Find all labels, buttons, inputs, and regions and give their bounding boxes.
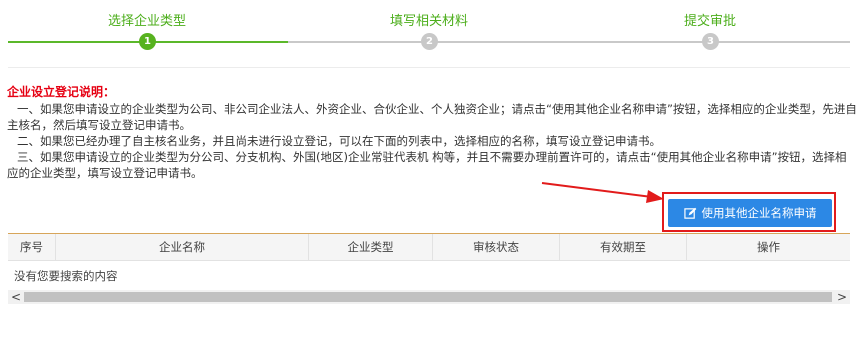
registration-instructions: 企业设立登记说明： 一、如果您申请设立的企业类型为公司、非公司企业法人、外资企业… <box>7 84 857 181</box>
enterprise-name-table: 序号 企业名称 企业类型 审核状态 有效期至 操作 没有您要搜索的内容 <box>8 233 850 292</box>
annotation-arrow-icon <box>541 182 664 203</box>
column-header-actions[interactable]: 操作 <box>686 233 850 261</box>
use-other-enterprise-name-button[interactable]: 使用其他企业名称申请 <box>668 199 832 227</box>
scroll-left-icon[interactable]: < <box>9 290 23 304</box>
instruction-item-3: 三、如果您申请设立的企业类型为分公司、分支机构、外国(地区)企业常驻代表机 构等… <box>7 150 847 180</box>
scrollbar-thumb[interactable] <box>24 292 832 302</box>
step-1-label: 选择企业类型 <box>107 14 186 29</box>
step-2-label: 填写相关材料 <box>389 14 468 29</box>
scroll-right-icon[interactable]: > <box>835 290 849 304</box>
table-header-row: 序号 企业名称 企业类型 审核状态 有效期至 操作 <box>8 233 850 261</box>
empty-table-message: 没有您要搜索的内容 <box>8 260 850 292</box>
column-header-review-status[interactable]: 审核状态 <box>432 233 560 261</box>
horizontal-scrollbar[interactable]: < > <box>8 290 850 304</box>
column-header-enterprise-type[interactable]: 企业类型 <box>308 233 433 261</box>
step-1-number-badge: 1 <box>139 33 156 50</box>
table-row: 没有您要搜索的内容 <box>8 260 850 292</box>
step-3-number-badge: 3 <box>702 33 719 50</box>
progress-stepper: 选择企业类型 填写相关材料 提交审批 1 2 3 <box>0 0 866 62</box>
step-remaining-line <box>288 41 850 43</box>
step-2-number-badge: 2 <box>421 33 438 50</box>
use-other-enterprise-name-label: 使用其他企业名称申请 <box>701 206 817 220</box>
edit-icon <box>683 207 696 219</box>
stepper-divider <box>8 67 850 68</box>
instruction-item-1: 一、如果您申请设立的企业类型为公司、非公司企业法人、外资企业、合伙企业、个人独资… <box>7 102 857 132</box>
step-3-label: 提交审批 <box>683 14 736 29</box>
column-header-index[interactable]: 序号 <box>8 233 56 261</box>
column-header-valid-until[interactable]: 有效期至 <box>559 233 687 261</box>
instructions-title: 企业设立登记说明： <box>7 85 116 99</box>
instruction-item-2: 二、如果您已经办理了自主核名业务，并且尚未进行设立登记，可以在下面的列表中，选择… <box>17 134 661 148</box>
column-header-enterprise-name[interactable]: 企业名称 <box>55 233 309 261</box>
